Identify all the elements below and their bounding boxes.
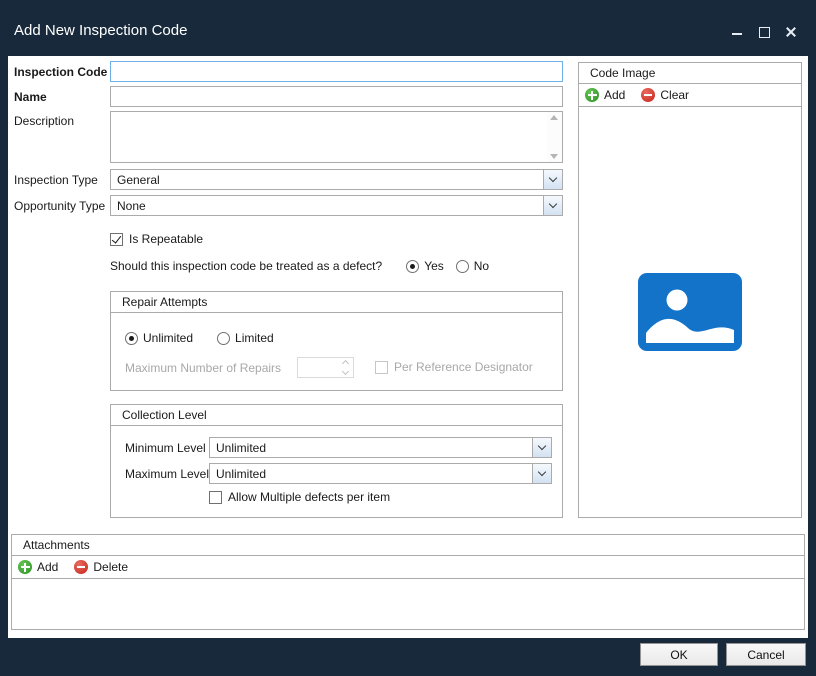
radio-icon <box>456 260 469 273</box>
collection-level-group: Collection Level Minimum Level Unlimited… <box>110 404 563 518</box>
cancel-button[interactable]: Cancel <box>726 643 806 666</box>
per-reference-checkbox[interactable]: Per Reference Designator <box>375 360 533 374</box>
chevron-down-icon[interactable] <box>543 170 562 189</box>
unlimited-label: Unlimited <box>143 331 193 345</box>
code-image-preview-area[interactable] <box>579 107 801 517</box>
opportunity-type-select[interactable]: None <box>110 195 563 216</box>
code-image-title: Code Image <box>590 66 655 80</box>
maximum-level-value: Unlimited <box>210 467 532 481</box>
code-image-header: Code Image <box>579 63 801 84</box>
inspection-type-value: General <box>111 173 543 187</box>
opportunity-type-label: Opportunity Type <box>14 199 105 213</box>
attachments-delete-label: Delete <box>93 560 128 574</box>
minimum-level-select[interactable]: Unlimited <box>209 437 552 458</box>
checkbox-icon <box>209 491 222 504</box>
scroll-down-icon[interactable] <box>550 154 558 159</box>
attachments-add-label: Add <box>37 560 58 574</box>
minimum-level-value: Unlimited <box>210 441 532 455</box>
code-image-toolbar: Add Clear <box>579 84 801 107</box>
max-repairs-stepper[interactable] <box>297 357 354 378</box>
stepper-arrows-icon[interactable] <box>338 358 353 377</box>
maximum-level-label: Maximum Level <box>125 467 209 481</box>
code-image-clear-button[interactable]: Clear <box>641 88 689 102</box>
clear-minus-icon <box>641 88 655 102</box>
attachments-list[interactable] <box>12 580 804 629</box>
allow-multiple-defects-checkbox[interactable]: Allow Multiple defects per item <box>209 490 390 504</box>
window-controls <box>730 25 798 39</box>
checkbox-disabled-icon <box>375 361 388 374</box>
maximize-icon[interactable] <box>757 25 771 39</box>
defect-no-label: No <box>474 259 489 273</box>
attachments-title: Attachments <box>23 538 90 552</box>
chevron-down-icon[interactable] <box>543 196 562 215</box>
unlimited-radio[interactable]: Unlimited <box>125 331 193 345</box>
maximum-level-select[interactable]: Unlimited <box>209 463 552 484</box>
name-input[interactable] <box>110 86 563 107</box>
attachments-toolbar: Add Delete <box>12 556 804 579</box>
opportunity-type-value: None <box>111 199 543 213</box>
radio-selected-icon <box>406 260 419 273</box>
add-inspection-code-dialog: Add New Inspection Code Inspection Code … <box>0 0 816 676</box>
code-image-clear-label: Clear <box>660 88 689 102</box>
attachments-group: Attachments Add Delete <box>11 534 805 630</box>
description-scrollbar[interactable] <box>547 112 562 162</box>
inspection-code-input[interactable] <box>110 61 563 82</box>
dialog-body: Inspection Code Name Description Inspect… <box>8 56 808 638</box>
add-plus-icon <box>585 88 599 102</box>
code-image-add-button[interactable]: Add <box>585 88 625 102</box>
attachments-add-button[interactable]: Add <box>18 560 58 574</box>
minimize-icon[interactable] <box>730 25 744 39</box>
delete-minus-icon <box>74 560 88 574</box>
close-icon[interactable] <box>784 25 798 39</box>
is-repeatable-checkbox[interactable]: Is Repeatable <box>110 232 203 246</box>
code-image-add-label: Add <box>604 88 625 102</box>
chevron-down-icon[interactable] <box>532 464 551 483</box>
limited-radio[interactable]: Limited <box>217 331 274 345</box>
allow-multiple-defects-label: Allow Multiple defects per item <box>228 490 390 504</box>
attachments-delete-button[interactable]: Delete <box>74 560 128 574</box>
scroll-up-icon[interactable] <box>550 115 558 120</box>
name-label: Name <box>14 90 47 104</box>
defect-no-radio[interactable]: No <box>456 259 489 273</box>
attachments-header: Attachments <box>12 535 804 556</box>
inspection-type-label: Inspection Type <box>14 173 98 187</box>
collection-level-title: Collection Level <box>122 408 207 422</box>
radio-selected-icon <box>125 332 138 345</box>
repair-attempts-group: Repair Attempts Unlimited Limited Maximu… <box>110 291 563 391</box>
collection-level-header: Collection Level <box>111 405 562 426</box>
add-plus-icon <box>18 560 32 574</box>
code-image-group: Code Image Add Clear <box>578 62 802 518</box>
repair-attempts-title: Repair Attempts <box>122 295 207 309</box>
repair-attempts-options: Unlimited Limited <box>125 331 274 345</box>
max-repairs-value <box>298 358 338 377</box>
per-reference-label: Per Reference Designator <box>394 360 533 374</box>
inspection-type-select[interactable]: General <box>110 169 563 190</box>
max-repairs-label: Maximum Number of Repairs <box>125 361 281 375</box>
is-repeatable-label: Is Repeatable <box>129 232 203 246</box>
limited-label: Limited <box>235 331 274 345</box>
image-placeholder-icon <box>638 273 742 351</box>
description-label: Description <box>14 114 74 128</box>
defect-yes-radio[interactable]: Yes <box>406 259 444 273</box>
checkbox-checked-icon <box>110 233 123 246</box>
defect-question-row: Should this inspection code be treated a… <box>110 259 489 273</box>
titlebar: Add New Inspection Code <box>0 0 816 56</box>
window-title: Add New Inspection Code <box>14 22 187 39</box>
repair-attempts-header: Repair Attempts <box>111 292 562 313</box>
defect-yes-label: Yes <box>424 259 444 273</box>
ok-button[interactable]: OK <box>640 643 718 666</box>
chevron-down-icon[interactable] <box>532 438 551 457</box>
radio-icon <box>217 332 230 345</box>
inspection-code-label: Inspection Code <box>14 65 107 79</box>
minimum-level-label: Minimum Level <box>125 441 206 455</box>
defect-question-label: Should this inspection code be treated a… <box>110 259 382 273</box>
description-input[interactable] <box>110 111 563 163</box>
